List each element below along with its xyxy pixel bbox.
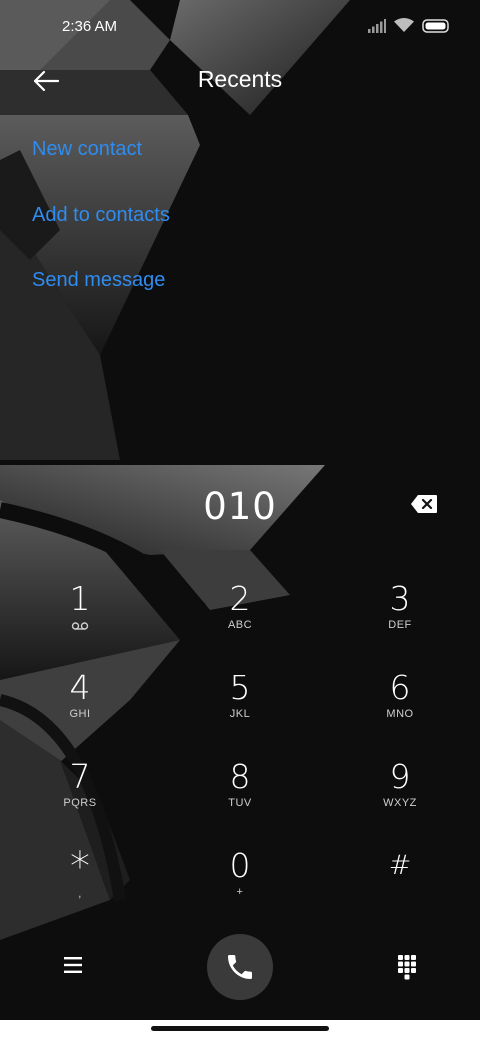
home-indicator[interactable]: [151, 1026, 329, 1031]
key-8[interactable]: 8 TUV: [180, 758, 300, 838]
voicemail-icon: [71, 622, 89, 630]
key-digit: 1: [69, 579, 91, 618]
new-contact-link[interactable]: New contact: [32, 138, 142, 161]
key-letters: WXYZ: [383, 797, 417, 809]
key-1[interactable]: 1: [20, 580, 140, 660]
key-letters: JKL: [229, 708, 251, 720]
send-message-link[interactable]: Send message: [32, 269, 165, 292]
hamburger-menu-icon: [64, 957, 82, 973]
key-letters: TUV: [228, 797, 252, 809]
backspace-icon: [411, 495, 437, 513]
key-letters: ,: [78, 888, 82, 900]
menu-button[interactable]: [58, 950, 88, 980]
key-7[interactable]: 7 PQRS: [20, 758, 140, 838]
status-icons: [368, 18, 450, 33]
key-digit: 7: [69, 757, 91, 796]
signal-icon: [368, 18, 386, 33]
key-2[interactable]: 2 ABC: [180, 580, 300, 660]
status-time: 2:36 AM: [62, 18, 118, 35]
key-letters: ABC: [227, 619, 253, 631]
key-digit: *: [70, 844, 90, 890]
key-hash[interactable]: #: [340, 847, 460, 927]
page-title: Recents: [197, 66, 283, 92]
add-to-contacts-link[interactable]: Add to contacts: [32, 204, 170, 227]
key-0[interactable]: 0 +: [180, 847, 300, 927]
battery-icon: [422, 18, 449, 33]
key-digit: 4: [69, 668, 91, 707]
key-digit: 3: [389, 579, 411, 618]
key-6[interactable]: 6 MNO: [340, 669, 460, 749]
key-letters: +: [236, 886, 244, 898]
key-letters: PQRS: [63, 797, 97, 809]
key-digit: 9: [389, 757, 411, 796]
key-digit: 2: [229, 579, 251, 618]
dialpad-toggle-button[interactable]: [393, 952, 421, 980]
key-letters: MNO: [386, 708, 414, 720]
key-digit: 5: [229, 668, 251, 707]
wifi-icon: [394, 18, 414, 32]
key-digit: 0: [229, 846, 251, 885]
key-star[interactable]: * ,: [20, 847, 140, 927]
dialpad-icon: [398, 955, 416, 980]
key-letters: GHI: [69, 708, 91, 720]
backspace-button[interactable]: [410, 494, 444, 520]
status-bar: 2:36 AM: [0, 0, 480, 56]
call-button[interactable]: [207, 934, 273, 1000]
phone-icon: [228, 955, 252, 979]
key-3[interactable]: 3 DEF: [340, 580, 460, 660]
dialed-number-display: 010: [203, 485, 277, 528]
key-9[interactable]: 9 WXYZ: [340, 758, 460, 838]
key-digit: #: [388, 850, 412, 881]
key-letters: DEF: [388, 619, 412, 631]
key-4[interactable]: 4 GHI: [20, 669, 140, 749]
key-digit: 8: [229, 757, 251, 796]
key-5[interactable]: 5 JKL: [180, 669, 300, 749]
key-digit: 6: [389, 668, 411, 707]
